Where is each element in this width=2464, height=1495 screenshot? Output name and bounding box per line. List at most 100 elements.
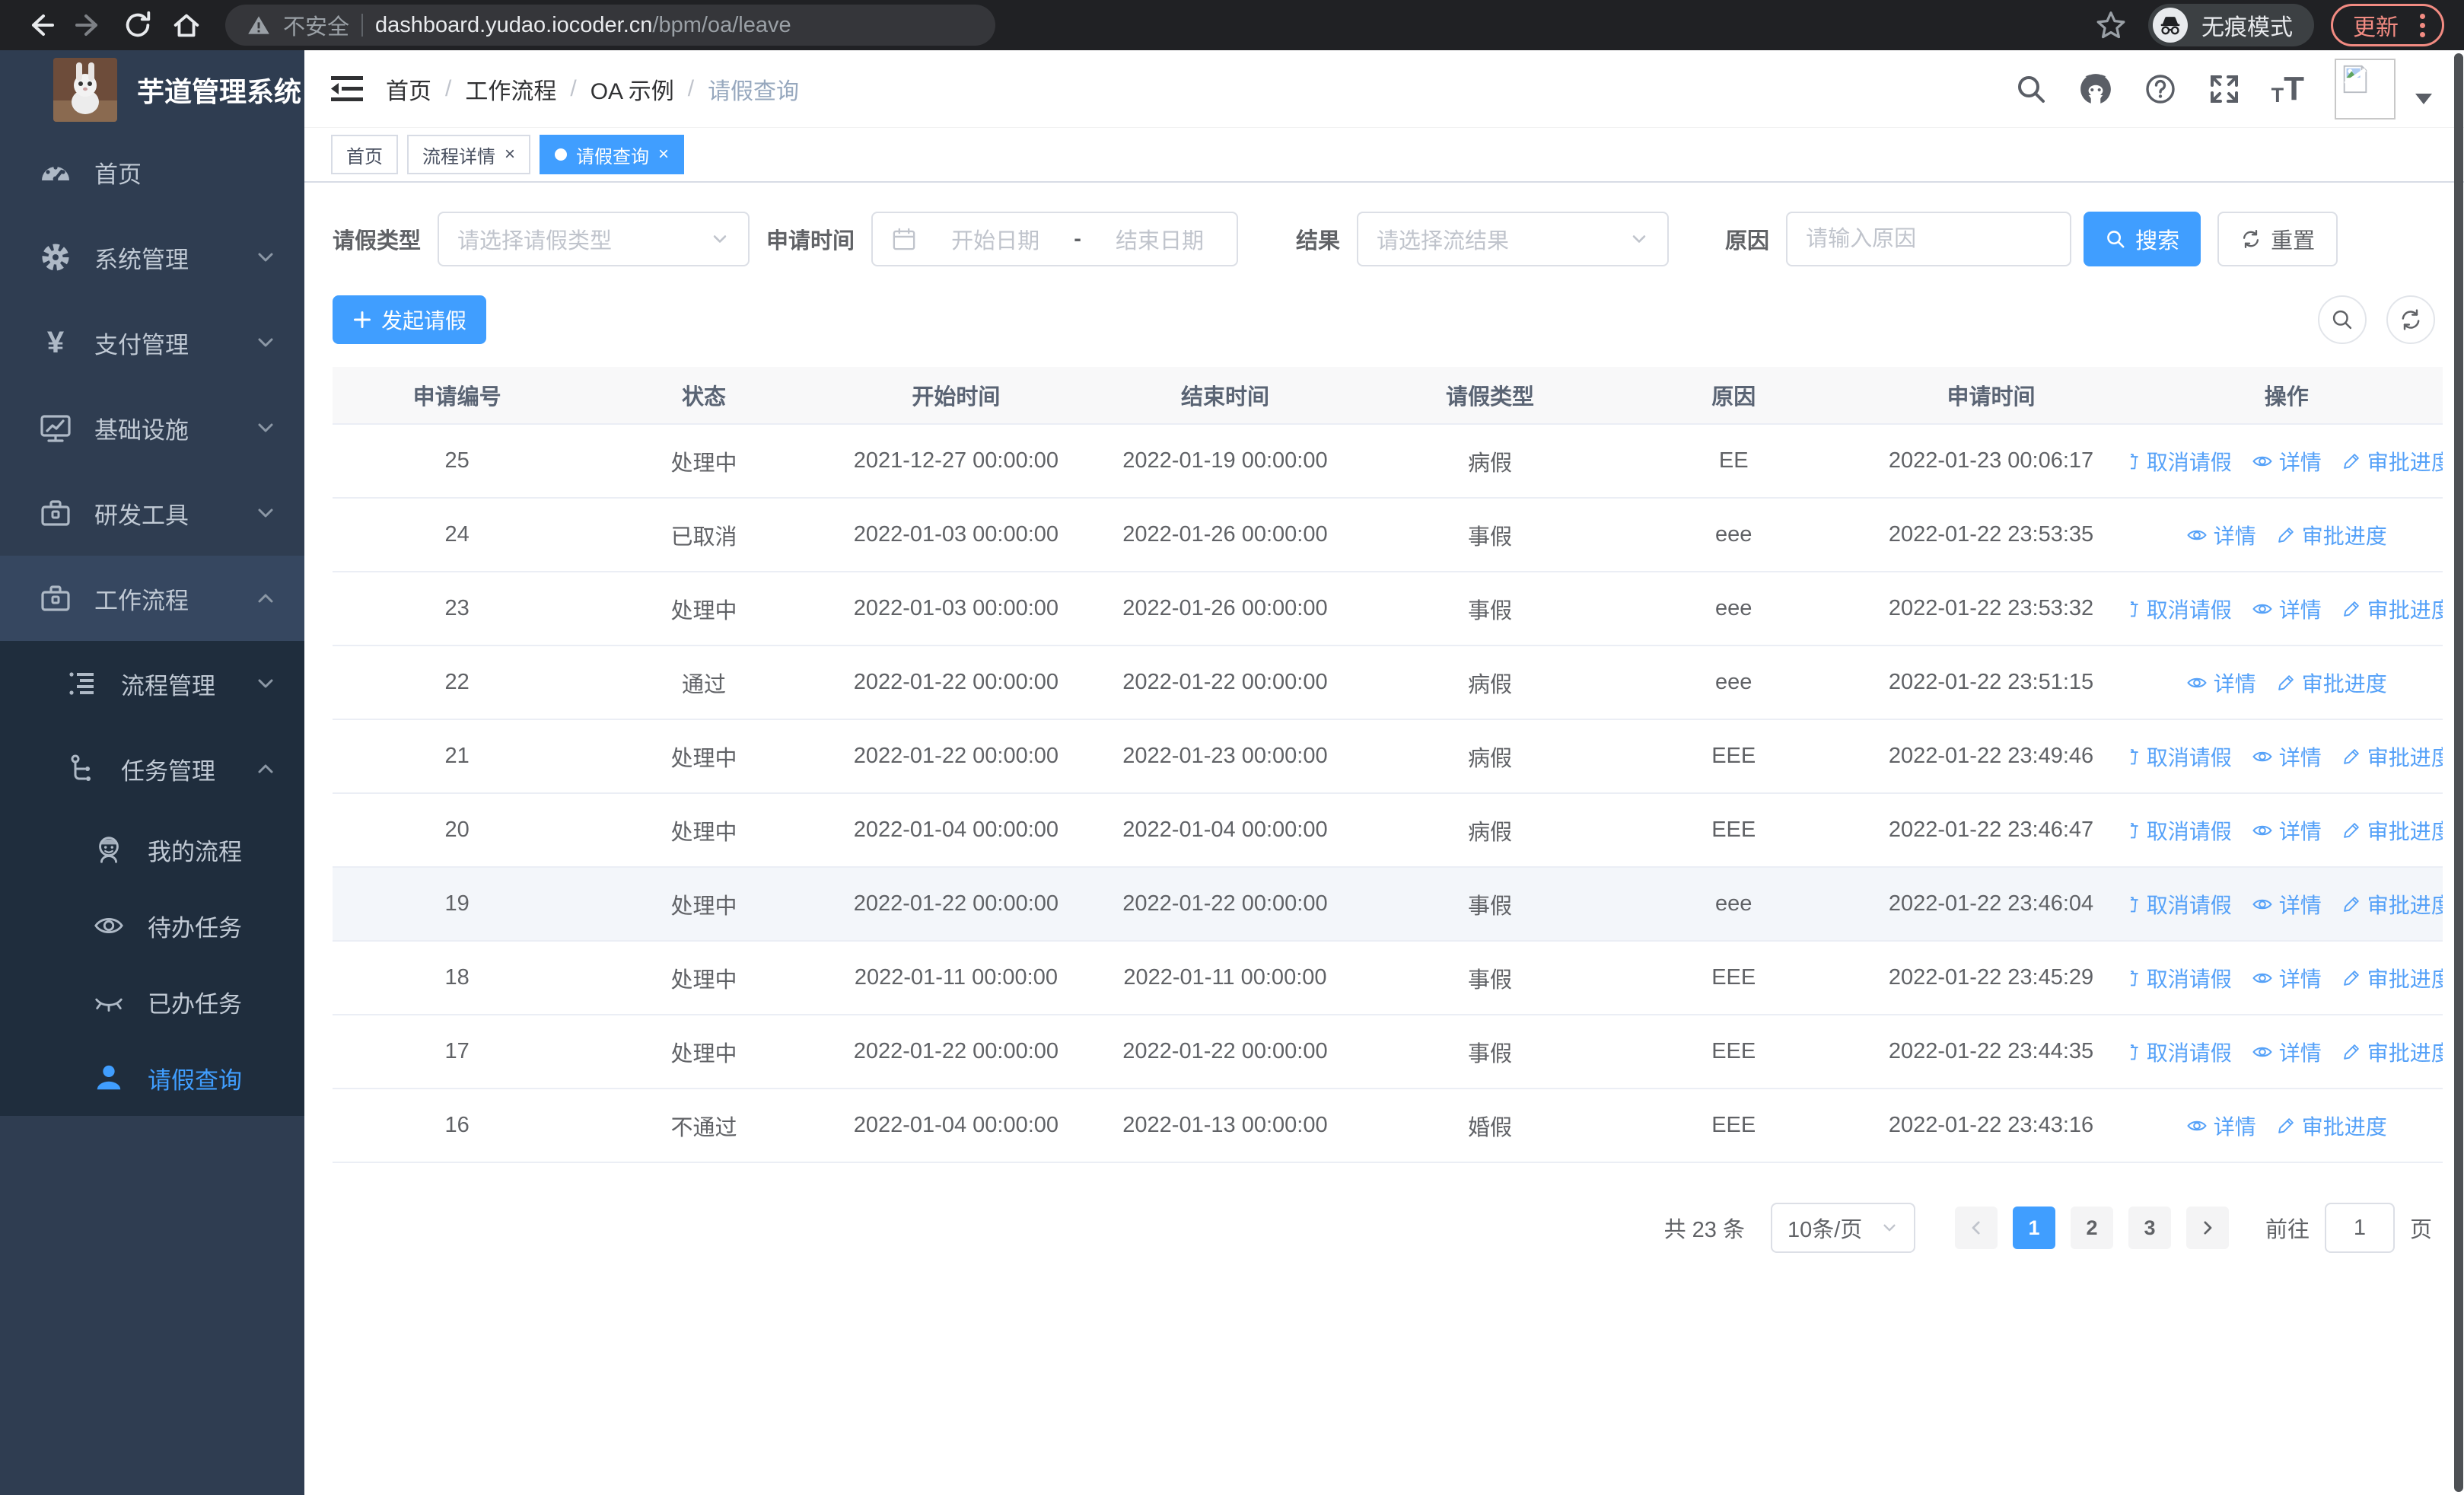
sidebar-item-home[interactable]: 首页 bbox=[0, 129, 304, 215]
prev-page-button[interactable] bbox=[1954, 1207, 1998, 1249]
approval-progress-link[interactable]: 审批进度 bbox=[2341, 815, 2443, 846]
detail-link[interactable]: 详情 bbox=[2252, 446, 2322, 477]
sidebar-item-system[interactable]: 系统管理 bbox=[0, 215, 304, 300]
cancel-leave-link[interactable]: 取消请假 bbox=[2130, 815, 2232, 846]
detail-link[interactable]: 详情 bbox=[2186, 520, 2256, 550]
fullscreen-button[interactable] bbox=[2208, 72, 2241, 106]
cancel-leave-link[interactable]: 取消请假 bbox=[2130, 1037, 2232, 1067]
breadcrumb-item[interactable]: OA 示例 bbox=[591, 72, 674, 106]
apply-time-range-picker[interactable]: 开始日期 - 结束日期 bbox=[871, 212, 1239, 266]
avatar[interactable] bbox=[2335, 58, 2396, 120]
sidebar-toggle-button[interactable] bbox=[331, 75, 363, 104]
sidebar-item-payment[interactable]: ¥ 支付管理 bbox=[0, 300, 304, 385]
back-arrow-icon bbox=[32, 14, 54, 36]
leave-table: 申请编号 状态 开始时间 结束时间 请假类型 原因 申请时间 操作 25 处理中… bbox=[333, 367, 2443, 1163]
sidebar-item-todo-tasks[interactable]: 待办任务 bbox=[0, 888, 304, 964]
approval-progress-link[interactable]: 审批进度 bbox=[2341, 889, 2443, 920]
sidebar-item-workflow[interactable]: 工作流程 bbox=[0, 556, 304, 641]
cancel-leave-link[interactable]: 取消请假 bbox=[2130, 741, 2232, 772]
page-scrollbar[interactable] bbox=[2454, 53, 2463, 1492]
cancel-leave-link[interactable]: 取消请假 bbox=[2130, 594, 2232, 624]
approval-progress-link[interactable]: 审批进度 bbox=[2341, 1037, 2443, 1067]
page-size-select[interactable]: 10条/页 bbox=[1770, 1203, 1915, 1253]
detail-link[interactable]: 详情 bbox=[2186, 668, 2256, 698]
page-content: 请假类型 请选择请假类型 申请时间 开始日期 - 结束日期 结果 请选择流结果 … bbox=[304, 183, 2464, 1495]
sidebar-item-infrastructure[interactable]: 基础设施 bbox=[0, 385, 304, 470]
tab-home[interactable]: 首页 bbox=[331, 135, 398, 174]
refresh-table-button[interactable] bbox=[2386, 295, 2435, 344]
breadcrumb-item[interactable]: 工作流程 bbox=[465, 72, 556, 106]
calendar-icon bbox=[893, 228, 915, 250]
leave-type-select[interactable]: 请选择请假类型 bbox=[438, 212, 750, 266]
address-bar[interactable]: 不安全 dashboard.yudao.iocoder.cn/bpm/oa/le… bbox=[225, 5, 995, 46]
page-button-1[interactable]: 1 bbox=[2012, 1207, 2055, 1249]
cell-id: 22 bbox=[444, 670, 470, 694]
cell-end-time: 2022-01-22 00:00:00 bbox=[1122, 891, 1328, 916]
approval-progress-link[interactable]: 审批进度 bbox=[2341, 741, 2443, 772]
detail-link[interactable]: 详情 bbox=[2186, 1111, 2256, 1141]
font-size-button[interactable]: TT bbox=[2271, 72, 2304, 106]
result-select[interactable]: 请选择流结果 bbox=[1357, 212, 1670, 266]
approval-progress-link[interactable]: 审批进度 bbox=[2341, 594, 2443, 624]
github-link-button[interactable] bbox=[2078, 72, 2113, 107]
reset-button[interactable]: 重置 bbox=[2217, 212, 2338, 266]
detail-link[interactable]: 详情 bbox=[2252, 963, 2322, 993]
cell-start-time: 2022-01-22 00:00:00 bbox=[853, 744, 1059, 768]
cell-leave-type: 事假 bbox=[1467, 524, 1512, 550]
approval-progress-link[interactable]: 审批进度 bbox=[2276, 520, 2387, 550]
end-date-placeholder: 结束日期 bbox=[1115, 229, 1204, 253]
detail-link[interactable]: 详情 bbox=[2252, 741, 2322, 772]
cell-id: 20 bbox=[444, 818, 470, 842]
browser-home-button[interactable] bbox=[166, 5, 207, 46]
url-text: dashboard.yudao.iocoder.cn/bpm/oa/leave bbox=[375, 13, 791, 38]
create-leave-button[interactable]: 发起请假 bbox=[333, 295, 487, 344]
sidebar-item-process-management[interactable]: 流程管理 bbox=[0, 641, 304, 726]
browser-menu-button[interactable] bbox=[2414, 13, 2431, 37]
cell-leave-type: 事假 bbox=[1467, 967, 1512, 993]
browser-back-button[interactable] bbox=[20, 5, 61, 46]
approval-progress-link[interactable]: 审批进度 bbox=[2276, 1111, 2387, 1141]
sidebar-item-done-tasks[interactable]: 已办任务 bbox=[0, 964, 304, 1040]
page-button-2[interactable]: 2 bbox=[2070, 1207, 2113, 1249]
cell-actions: 取消请假 详情 审批进度 bbox=[2130, 741, 2443, 772]
cancel-leave-link[interactable]: 取消请假 bbox=[2130, 446, 2232, 477]
show-search-toggle-button[interactable] bbox=[2318, 295, 2367, 344]
close-icon[interactable]: × bbox=[658, 145, 669, 164]
app-logo[interactable]: 芋道管理系统 bbox=[0, 50, 304, 129]
page-button-3[interactable]: 3 bbox=[2128, 1207, 2171, 1249]
close-icon[interactable]: × bbox=[505, 145, 515, 164]
sidebar-item-my-process[interactable]: 我的流程 bbox=[0, 811, 304, 888]
sidebar-item-dev-tools[interactable]: 研发工具 bbox=[0, 470, 304, 556]
sidebar-item-task-management[interactable]: 任务管理 bbox=[0, 726, 304, 811]
detail-link[interactable]: 详情 bbox=[2252, 594, 2322, 624]
approval-progress-link[interactable]: 审批进度 bbox=[2341, 446, 2443, 477]
reload-icon bbox=[126, 11, 151, 37]
filter-bar: 请假类型 请选择请假类型 申请时间 开始日期 - 结束日期 结果 请选择流结果 … bbox=[333, 212, 2443, 266]
help-button[interactable] bbox=[2144, 72, 2177, 106]
cell-start-time: 2022-01-22 00:00:00 bbox=[853, 670, 1059, 694]
browser-forward-button[interactable] bbox=[68, 5, 110, 46]
update-button[interactable]: 更新 bbox=[2353, 8, 2399, 42]
detail-link[interactable]: 详情 bbox=[2252, 815, 2322, 846]
tab-process-detail[interactable]: 流程详情 × bbox=[407, 135, 531, 174]
cancel-leave-link[interactable]: 取消请假 bbox=[2130, 963, 2232, 993]
search-button[interactable]: 搜索 bbox=[2084, 212, 2201, 266]
bookmark-star-button[interactable] bbox=[2095, 9, 2127, 41]
browser-chrome: 不安全 dashboard.yudao.iocoder.cn/bpm/oa/le… bbox=[0, 0, 2464, 50]
forward-arrow-icon bbox=[75, 14, 97, 36]
tab-leave-query[interactable]: 请假查询 × bbox=[540, 135, 685, 174]
approval-progress-link[interactable]: 审批进度 bbox=[2341, 963, 2443, 993]
browser-reload-button[interactable] bbox=[117, 5, 158, 46]
detail-link[interactable]: 详情 bbox=[2252, 1037, 2322, 1067]
detail-link[interactable]: 详情 bbox=[2252, 889, 2322, 920]
approval-progress-link[interactable]: 审批进度 bbox=[2276, 668, 2387, 698]
breadcrumb-item[interactable]: 首页 bbox=[386, 72, 431, 106]
header-search-button[interactable] bbox=[2014, 72, 2048, 106]
cell-apply-time: 2022-01-22 23:49:46 bbox=[1888, 744, 2094, 768]
cancel-leave-link[interactable]: 取消请假 bbox=[2130, 889, 2232, 920]
sidebar-item-leave-query[interactable]: 请假查询 bbox=[0, 1040, 304, 1116]
next-page-button[interactable] bbox=[2185, 1207, 2229, 1249]
reason-input[interactable] bbox=[1786, 212, 2072, 266]
goto-page-input[interactable] bbox=[2324, 1203, 2395, 1253]
avatar-dropdown-caret[interactable] bbox=[2415, 93, 2432, 104]
